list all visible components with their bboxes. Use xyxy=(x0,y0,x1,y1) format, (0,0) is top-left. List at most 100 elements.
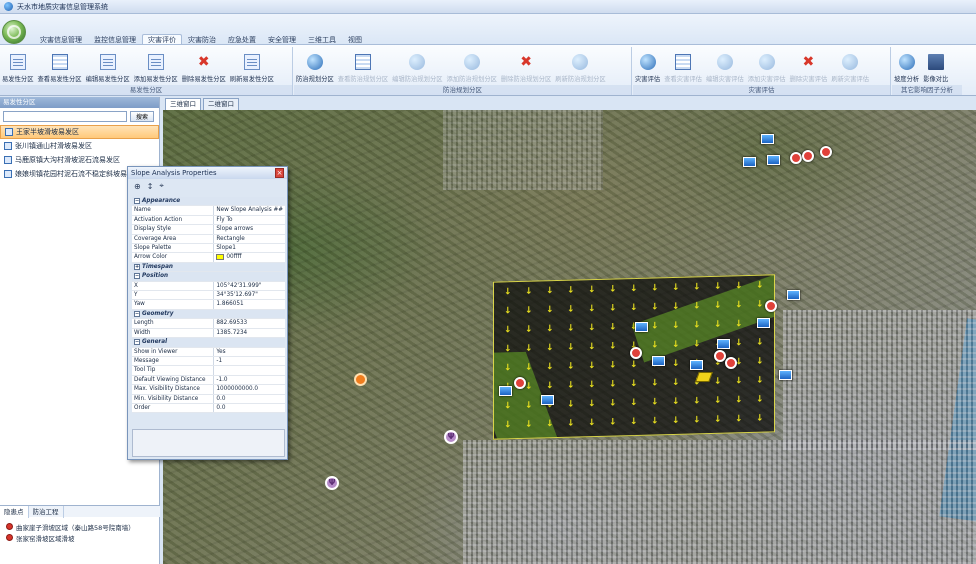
ribbon-button[interactable]: ✖ 删除灾害评估 xyxy=(788,47,830,85)
property-value[interactable]: New Slope Analysis ## xyxy=(213,205,285,216)
ribbon-button[interactable]: 防治规划分区 xyxy=(294,47,336,85)
property-value[interactable]: 0.0 xyxy=(213,394,285,404)
monitor-marker-icon[interactable] xyxy=(761,134,774,144)
hazard-marker-icon[interactable] xyxy=(802,150,814,162)
ribbon-button[interactable]: 添加防治规划分区 xyxy=(445,47,499,85)
property-value[interactable] xyxy=(213,365,285,376)
ribbon-button[interactable]: 影像对比 xyxy=(921,47,950,85)
property-row[interactable]: Width 1385.7234 xyxy=(132,328,285,339)
hazard-marker-icon[interactable] xyxy=(714,350,726,362)
viewer-tab[interactable]: 三维窗口 xyxy=(165,98,201,110)
ribbon-button[interactable]: 灾害评估 xyxy=(633,47,662,85)
property-row[interactable]: Display Style Slope arrows xyxy=(132,224,285,235)
property-category[interactable]: + Timespan xyxy=(132,262,285,273)
app-orb-button[interactable] xyxy=(2,20,26,44)
property-value[interactable]: -1 xyxy=(213,356,285,367)
hazard-marker-icon[interactable] xyxy=(765,300,777,312)
property-row[interactable]: Show in Viewer Yes xyxy=(132,347,285,357)
ribbon-button[interactable]: 查看防治规划分区 xyxy=(336,47,390,85)
zone-list-item[interactable]: 马鹿原镇大沟村滑坡泥石流易发区 xyxy=(0,153,159,167)
property-row[interactable]: Message -1 xyxy=(132,356,285,367)
ribbon-button[interactable]: 查看灾害评估 xyxy=(662,47,704,85)
hazard-marker-icon[interactable] xyxy=(820,146,832,158)
property-value[interactable]: 34°35'12.697" xyxy=(213,290,285,301)
monitor-marker-icon[interactable] xyxy=(767,155,780,165)
expand-icon[interactable]: + xyxy=(134,263,140,270)
monitor-marker-icon[interactable] xyxy=(635,322,648,332)
ribbon-button[interactable]: 查看易发性分区 xyxy=(35,47,83,85)
sort-icon[interactable]: ↕ xyxy=(147,182,154,191)
hazard-marker-icon[interactable] xyxy=(790,152,802,164)
collapse-icon[interactable]: − xyxy=(134,273,140,280)
bottom-tab[interactable]: 隐患点 xyxy=(0,506,29,518)
hazard-marker-icon[interactable] xyxy=(514,377,526,389)
property-value[interactable]: Slope arrows xyxy=(213,224,285,235)
warning-marker-icon[interactable] xyxy=(354,373,367,386)
property-category[interactable]: − Geometry xyxy=(132,309,285,320)
collapse-icon[interactable]: − xyxy=(134,198,140,204)
property-value[interactable]: -1.0 xyxy=(213,375,285,386)
monitor-marker-icon[interactable] xyxy=(757,318,770,328)
property-row[interactable]: Tool Tip xyxy=(132,365,285,376)
property-value[interactable]: 882.69533 xyxy=(213,318,285,329)
property-value[interactable]: 1.866051 xyxy=(213,299,285,310)
close-icon[interactable]: × xyxy=(275,168,284,178)
property-value[interactable]: 1000000000.0 xyxy=(213,384,285,395)
property-value[interactable]: Slope1 xyxy=(213,243,285,254)
collapse-icon[interactable]: − xyxy=(134,339,140,346)
property-row[interactable]: Order 0.0 xyxy=(132,403,285,414)
ribbon-button[interactable]: 坡度分析 xyxy=(892,47,921,85)
property-row[interactable]: Activation Action Fly To xyxy=(132,215,285,226)
property-value[interactable]: 1385.7234 xyxy=(213,328,285,339)
property-value[interactable]: 00ffff xyxy=(213,252,285,263)
property-category[interactable]: − Appearance xyxy=(132,197,285,207)
property-row[interactable]: Arrow Color 00ffff xyxy=(132,252,285,263)
ribbon-button[interactable]: 编辑灾害评估 xyxy=(704,47,746,85)
monitor-marker-icon[interactable] xyxy=(743,157,756,167)
monitor-marker-icon[interactable] xyxy=(787,290,800,300)
property-row[interactable]: Min. Visibility Distance 0.0 xyxy=(132,394,285,404)
monitor-marker-icon[interactable] xyxy=(717,339,730,349)
property-row[interactable]: Default Viewing Distance -1.0 xyxy=(132,375,285,386)
property-row[interactable]: Name New Slope Analysis ## xyxy=(132,205,285,216)
property-category[interactable]: − General xyxy=(132,337,285,348)
property-row[interactable]: X 105°42'31.999" xyxy=(132,281,285,292)
property-row[interactable]: Yaw 1.866051 xyxy=(132,299,285,310)
ribbon-button[interactable]: 添加灾害评估 xyxy=(746,47,788,85)
ribbon-button[interactable]: 添加易发性分区 xyxy=(132,47,180,85)
monitor-marker-icon[interactable] xyxy=(499,386,512,396)
property-row[interactable]: Coverage Area Rectangle xyxy=(132,234,285,245)
property-row[interactable]: Y 34°35'12.697" xyxy=(132,290,285,301)
ribbon-button[interactable]: 刷新灾害评估 xyxy=(829,47,871,85)
hazard-marker-icon[interactable] xyxy=(725,357,737,369)
bottom-tab[interactable]: 防治工程 xyxy=(29,506,64,518)
property-row[interactable]: Length 882.69533 xyxy=(132,318,285,329)
ribbon-button[interactable]: ✖ 删除防治规划分区 xyxy=(499,47,553,85)
collapse-icon[interactable]: − xyxy=(134,310,140,317)
monitor-marker-icon[interactable] xyxy=(541,395,554,405)
ribbon-button[interactable]: 编辑易发性分区 xyxy=(84,47,132,85)
search-button[interactable]: 搜索 xyxy=(130,111,154,122)
property-row[interactable]: Max. Visibility Distance 1000000000.0 xyxy=(132,384,285,395)
poi-marker-icon[interactable]: Ψ xyxy=(325,476,339,490)
monitor-marker-icon[interactable] xyxy=(690,360,703,370)
property-value[interactable]: 105°42'31.999" xyxy=(213,281,285,292)
ribbon-button[interactable]: 刷新防治规划分区 xyxy=(553,47,607,85)
poi-marker-icon[interactable]: Ψ xyxy=(444,430,458,444)
monitor-marker-icon[interactable] xyxy=(779,370,792,380)
search-input[interactable] xyxy=(3,111,127,122)
property-value[interactable]: 0.0 xyxy=(213,403,285,414)
pick-icon[interactable]: ⌖ xyxy=(159,181,164,191)
property-value[interactable]: Rectangle xyxy=(213,234,285,245)
monitor-marker-icon[interactable] xyxy=(652,356,665,366)
hazard-marker-icon[interactable] xyxy=(630,347,642,359)
property-row[interactable]: Slope Palette Slope1 xyxy=(132,243,285,254)
zone-list-item[interactable]: 张川镇通山村滑坡易发区 xyxy=(0,139,159,153)
viewer-tab[interactable]: 二维窗口 xyxy=(203,98,239,110)
categorized-icon[interactable]: ⊕ xyxy=(134,182,141,191)
property-value[interactable]: Yes xyxy=(213,347,285,357)
ribbon-button[interactable]: 编辑防治规划分区 xyxy=(390,47,444,85)
property-value[interactable]: Fly To xyxy=(213,215,285,226)
property-category[interactable]: − Position xyxy=(132,271,285,282)
ribbon-button[interactable]: ✖ 删除易发性分区 xyxy=(180,47,228,85)
